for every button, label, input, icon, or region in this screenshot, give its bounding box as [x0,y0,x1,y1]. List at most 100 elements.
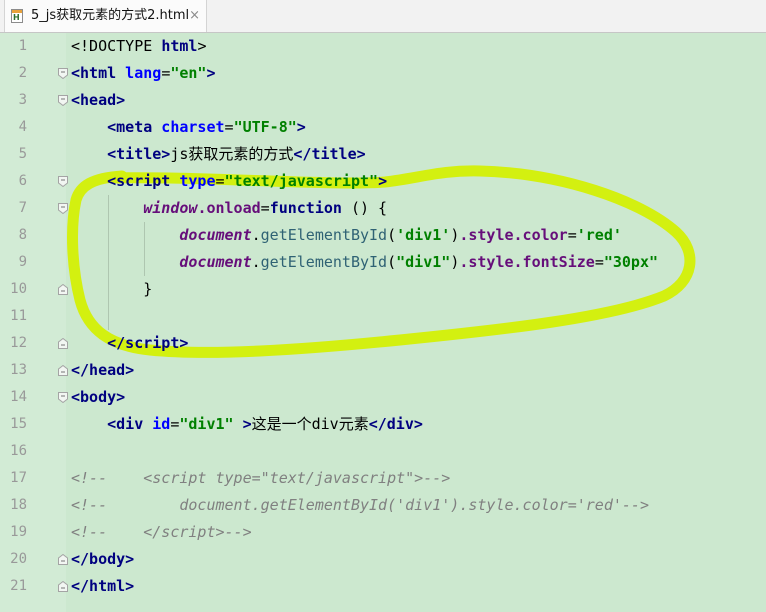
fold-end-icon[interactable] [58,365,68,376]
code-lines[interactable]: 1 <!DOCTYPE html> 2 <html lang="en"> 3 <head>… [0,33,766,600]
code-token-tag: <meta [71,118,153,136]
code-line[interactable]: 20 </body> [0,546,766,573]
code-text[interactable]: <!-- <script type="text/javascript">--> [66,465,766,492]
code-line[interactable]: 2 <html lang="en"> [0,60,766,87]
code-token-plain: <!DOCTYPE [71,37,162,55]
code-token-attr: charset [152,118,225,136]
code-line[interactable]: 10 } [0,276,766,303]
code-token-plain: = [224,118,234,136]
code-text[interactable]: </head> [66,357,766,384]
code-text[interactable]: </script> [66,330,766,357]
line-number: 17 [10,470,27,486]
line-number: 16 [10,443,27,459]
gutter-cell: 12 [0,330,68,357]
code-line[interactable]: 1 <!DOCTYPE html> [0,33,766,60]
fold-start-icon[interactable] [58,95,68,106]
code-text[interactable]: document.getElementById('div1').style.co… [66,222,766,249]
code-text[interactable] [66,438,766,465]
fold-end-icon[interactable] [58,581,68,592]
code-line[interactable]: 14 <body> [0,384,766,411]
code-editor[interactable]: 1 <!DOCTYPE html> 2 <html lang="en"> 3 <head>… [0,33,766,612]
gutter-cell: 2 [0,60,68,87]
line-number: 15 [10,416,27,432]
code-token-plain: ) [450,226,460,244]
code-text[interactable]: </body> [66,546,766,573]
gutter-cell: 21 [0,573,68,600]
fold-end-icon[interactable] [58,338,68,349]
fold-end-icon[interactable] [58,284,68,295]
code-text[interactable]: </html> [66,573,766,600]
editor-tab-bar: H 5_js获取元素的方式2.html × [0,0,766,33]
html-file-icon: H [11,9,23,23]
code-text[interactable]: <title>js获取元素的方式</title> [66,141,766,168]
fold-start-icon[interactable] [58,203,68,214]
gutter-cell: 7 [0,195,68,222]
code-token-method: getElementById [260,226,388,244]
line-number: 4 [18,119,27,135]
line-number: 10 [10,281,27,297]
code-line[interactable]: 21 </html> [0,573,766,600]
code-text[interactable]: <head> [66,87,766,114]
fold-end-icon[interactable] [58,554,68,565]
code-token-plain: ( [387,226,397,244]
line-number: 14 [10,389,27,405]
code-line[interactable]: 7 window.onload=function () { [0,195,766,222]
code-token-string: 'div1' [396,226,451,244]
code-token-plain: > [197,37,207,55]
fold-start-icon[interactable] [58,392,68,403]
code-text[interactable]: <html lang="en"> [66,60,766,87]
code-token-plain: () { [341,199,388,217]
code-text[interactable]: } [66,276,766,303]
code-token-attr: lang [116,64,162,82]
code-token-tag: > [378,172,388,190]
code-text[interactable]: <!DOCTYPE html> [66,33,766,60]
code-token-comment: <!-- document.getElementById('div1').sty… [71,496,649,514]
code-line[interactable]: 8 document.getElementById('div1').style.… [0,222,766,249]
code-line[interactable]: 18 <!-- document.getElementById('div1').s… [0,492,766,519]
line-number: 9 [18,254,27,270]
gutter-cell: 14 [0,384,68,411]
close-icon[interactable]: × [189,0,200,32]
code-line[interactable]: 16 [0,438,766,465]
fold-start-icon[interactable] [58,68,68,79]
code-text[interactable]: <!-- document.getElementById('div1').sty… [66,492,766,519]
code-line[interactable]: 13 </head> [0,357,766,384]
code-token-variable: window [71,199,198,217]
code-text[interactable]: window.onload=function () { [66,195,766,222]
code-line[interactable]: 11 [0,303,766,330]
code-text[interactable]: <!-- </script>--> [66,519,766,546]
code-text[interactable]: <meta charset="UTF-8"> [66,114,766,141]
code-token-string: "text/javascript" [224,172,379,190]
code-line[interactable]: 4 <meta charset="UTF-8"> [0,114,766,141]
code-text[interactable]: document.getElementById("div1").style.fo… [66,249,766,276]
code-token-keyword: function [269,199,342,217]
code-line[interactable]: 19 <!-- </script>--> [0,519,766,546]
code-line[interactable]: 17 <!-- <script type="text/javascript">--… [0,465,766,492]
code-line[interactable]: 12 </script> [0,330,766,357]
code-token-string: "UTF-8" [233,118,297,136]
code-line[interactable]: 5 <title>js获取元素的方式</title> [0,141,766,168]
code-line[interactable]: 15 <div id="div1" >这是一个div元素</div> [0,411,766,438]
file-icon-letter: H [13,13,20,22]
line-number: 12 [10,335,27,351]
code-text[interactable]: <div id="div1" >这是一个div元素</div> [66,411,766,438]
line-number: 18 [10,497,27,513]
code-token-plain: ( [387,253,397,271]
code-text[interactable] [66,303,766,330]
gutter-cell: 17 [0,465,66,492]
code-line[interactable]: 3 <head> [0,87,766,114]
code-token-tag: <title> [71,145,171,163]
code-text[interactable]: <script type="text/javascript"> [66,168,766,195]
line-number: 19 [10,524,27,540]
line-number: 8 [18,227,27,243]
tab-title: 5_js获取元素的方式2.html [31,8,190,23]
code-line[interactable]: 9 document.getElementById("div1").style.… [0,249,766,276]
code-token-method: getElementById [260,253,388,271]
code-token-tag: <html [71,64,117,82]
fold-start-icon[interactable] [58,176,68,187]
editor-tab-active[interactable]: H 5_js获取元素的方式2.html × [4,0,207,32]
code-line[interactable]: 6 <script type="text/javascript"> [0,168,766,195]
code-token-tag: </head> [71,361,135,379]
code-text[interactable]: <body> [66,384,766,411]
code-token-plain: = [215,172,225,190]
